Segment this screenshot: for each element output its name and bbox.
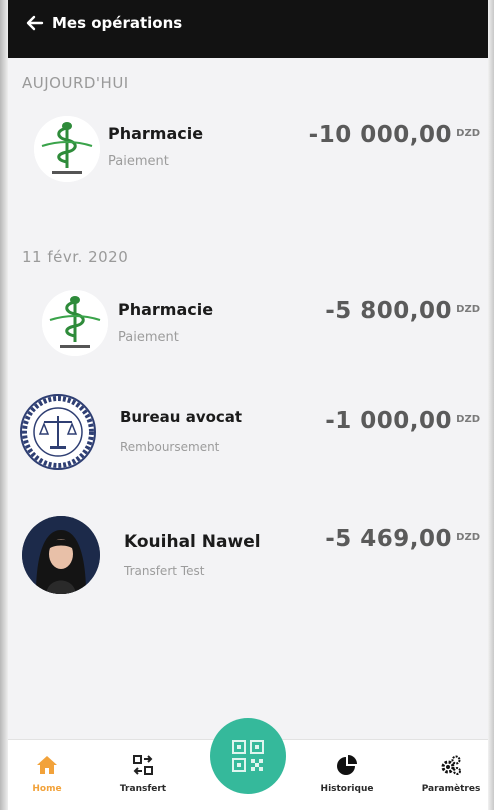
user-avatar — [22, 516, 100, 594]
currency-label: DZD — [456, 532, 480, 543]
lawyer-seal-icon — [20, 394, 96, 470]
nav-home[interactable]: Home — [12, 754, 82, 794]
pharmacy-logo-icon — [34, 116, 100, 182]
nav-transfert[interactable]: Transfert — [108, 754, 178, 794]
qr-code-icon — [232, 740, 264, 772]
nav-historique[interactable]: Historique — [312, 754, 382, 794]
nav-label-transfert: Transfert — [119, 784, 167, 794]
operation-title: Bureau avocat — [120, 408, 243, 426]
right-bezel — [488, 0, 494, 810]
left-bezel — [0, 0, 8, 810]
operation-amount: -5 800,00 — [325, 298, 452, 324]
section-label-date: 11 févr. 2020 — [22, 248, 129, 266]
operation-row[interactable]: Kouihal Nawel Transfert Test -5 469,00 D… — [8, 512, 488, 594]
phone-screen: Mes opérations AUJOURD'HUI Pharmacie Pai… — [0, 0, 494, 810]
settings-gears-icon — [441, 755, 461, 775]
pie-chart-icon — [337, 755, 357, 775]
operation-subtitle: Transfert Test — [124, 564, 205, 578]
currency-label: DZD — [456, 304, 480, 315]
operation-amount: -5 469,00 — [325, 526, 452, 552]
app-header: Mes opérations — [8, 0, 488, 58]
operation-row[interactable]: Pharmacie Paiement -10 000,00 DZD — [8, 110, 488, 190]
section-label-today: AUJOURD'HUI — [22, 74, 129, 92]
qr-scan-button[interactable] — [210, 718, 286, 794]
operation-amount: -1 000,00 — [325, 408, 452, 434]
operation-subtitle: Remboursement — [120, 440, 220, 454]
operation-title: Pharmacie — [108, 124, 204, 143]
nav-label-parametres: Paramètres — [421, 784, 481, 794]
nav-label-historique: Historique — [320, 784, 374, 794]
page-title: Mes opérations — [52, 14, 183, 32]
pharmacy-logo-icon — [42, 290, 108, 356]
operation-title: Kouihal Nawel — [124, 532, 261, 552]
nav-parametres[interactable]: Paramètres — [416, 754, 486, 794]
operation-row[interactable]: Bureau avocat Remboursement -1 000,00 DZ… — [8, 390, 488, 470]
operation-amount: -10 000,00 — [308, 122, 452, 148]
operation-subtitle: Paiement — [118, 330, 179, 345]
home-icon — [37, 756, 57, 774]
operation-row[interactable]: Pharmacie Paiement -5 800,00 DZD — [8, 284, 488, 364]
operation-title: Pharmacie — [118, 300, 214, 319]
currency-label: DZD — [456, 414, 480, 425]
currency-label: DZD — [456, 128, 480, 139]
transfer-icon — [133, 755, 153, 775]
nav-label-home: Home — [32, 784, 62, 794]
back-arrow-icon[interactable] — [26, 14, 44, 32]
operation-subtitle: Paiement — [108, 154, 169, 169]
